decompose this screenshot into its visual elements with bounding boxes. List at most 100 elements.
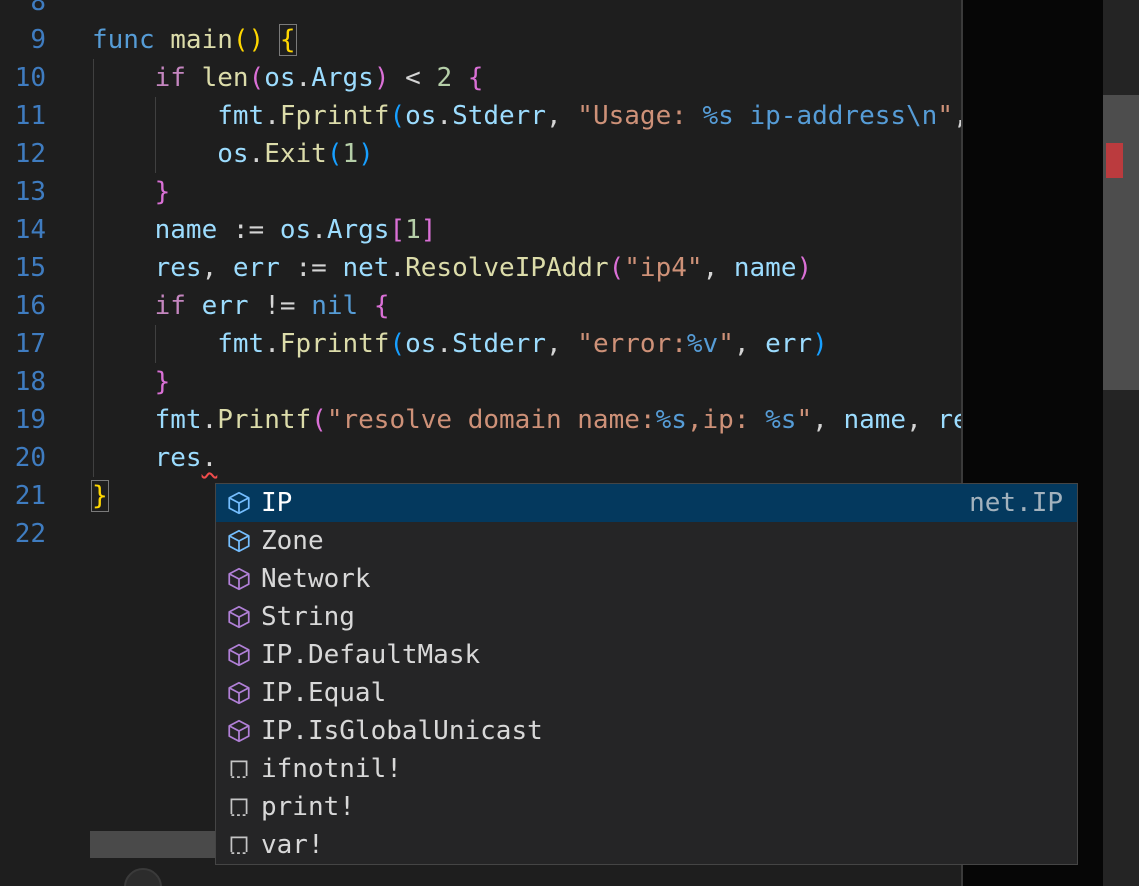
token: , bbox=[703, 253, 734, 283]
token: 1 bbox=[342, 139, 358, 169]
snippet-icon bbox=[226, 794, 252, 820]
token: ( bbox=[311, 405, 327, 435]
code-line[interactable]: 14 name := os.Args[1] bbox=[0, 211, 963, 249]
code-line[interactable]: 10 if len(os.Args) < 2 { bbox=[0, 59, 963, 97]
completion-label: IP.DefaultMask bbox=[261, 640, 480, 670]
token bbox=[92, 215, 155, 245]
token: "Usage: bbox=[577, 101, 702, 131]
field-icon bbox=[226, 528, 252, 554]
completion-item[interactable]: IP.Equal bbox=[216, 674, 1077, 712]
token: %v bbox=[687, 329, 718, 359]
token: Printf bbox=[217, 405, 311, 435]
token: Args bbox=[311, 63, 374, 93]
token: 1 bbox=[405, 215, 421, 245]
token: ) bbox=[374, 63, 390, 93]
token: , bbox=[734, 329, 765, 359]
completion-item[interactable]: Zone bbox=[216, 522, 1077, 560]
completion-label: Zone bbox=[261, 526, 324, 556]
line-number: 12 bbox=[0, 135, 46, 173]
token bbox=[452, 63, 468, 93]
method-icon bbox=[226, 566, 252, 592]
code-text: fmt.Fprintf(os.Stderr, "Usage: %s ip-add… bbox=[46, 97, 963, 135]
snippet-icon bbox=[226, 832, 252, 858]
token: %s bbox=[656, 405, 687, 435]
token: . bbox=[436, 101, 452, 131]
code-line[interactable]: 13 } bbox=[0, 173, 963, 211]
code-line[interactable]: 9func main() { bbox=[0, 21, 963, 59]
token bbox=[92, 63, 155, 93]
code-line[interactable]: 12 os.Exit(1) bbox=[0, 135, 963, 173]
code-line[interactable]: 15 res, err := net.ResolveIPAddr("ip4", … bbox=[0, 249, 963, 287]
completion-label: String bbox=[261, 602, 355, 632]
completion-item[interactable]: IP.DefaultMask bbox=[216, 636, 1077, 674]
token: os bbox=[280, 215, 311, 245]
token: %s ip-address\n bbox=[703, 101, 938, 131]
token: name bbox=[734, 253, 797, 283]
completion-popup: IPnet.IP Zone Network String IP.DefaultMask I… bbox=[215, 483, 1078, 865]
line-number: 15 bbox=[0, 249, 46, 287]
token bbox=[92, 101, 217, 131]
token: ( bbox=[389, 101, 405, 131]
code-text bbox=[46, 515, 92, 553]
token: "resolve domain name: bbox=[327, 405, 656, 435]
code-text: fmt.Fprintf(os.Stderr, "error:%v", err) bbox=[46, 325, 828, 363]
token: Exit bbox=[264, 139, 327, 169]
completion-item[interactable]: Network bbox=[216, 560, 1077, 598]
completion-item[interactable]: IPnet.IP bbox=[216, 484, 1077, 522]
code-text: os.Exit(1) bbox=[46, 135, 374, 173]
token: . bbox=[249, 139, 265, 169]
token: Fprintf bbox=[280, 329, 390, 359]
token: os bbox=[217, 139, 248, 169]
code-line[interactable]: 17 fmt.Fprintf(os.Stderr, "error:%v", er… bbox=[0, 325, 963, 363]
token bbox=[92, 405, 155, 435]
completion-item[interactable]: String bbox=[216, 598, 1077, 636]
token: := bbox=[217, 215, 280, 245]
token: } bbox=[155, 367, 171, 397]
code-line[interactable]: 20 res. bbox=[0, 439, 963, 477]
token: ( bbox=[609, 253, 625, 283]
line-number: 9 bbox=[0, 21, 46, 59]
code-lines: 89func main() {10 if len(os.Args) < 2 {1… bbox=[0, 0, 963, 553]
completion-label: IP bbox=[261, 488, 292, 518]
token: , bbox=[812, 405, 843, 435]
token: . bbox=[264, 101, 280, 131]
completion-item[interactable]: IP.IsGlobalUnicast bbox=[216, 712, 1077, 750]
token: err bbox=[765, 329, 812, 359]
token: . bbox=[311, 215, 327, 245]
completion-label: IP.IsGlobalUnicast bbox=[261, 716, 543, 746]
completion-item[interactable]: ifnotnil! bbox=[216, 750, 1077, 788]
vertical-scrollbar[interactable] bbox=[1103, 0, 1139, 886]
token bbox=[186, 291, 202, 321]
field-icon bbox=[226, 490, 252, 516]
code-line[interactable]: 19 fmt.Printf("resolve domain name:%s,ip… bbox=[0, 401, 963, 439]
line-number: 10 bbox=[0, 59, 46, 97]
token: %s bbox=[765, 405, 796, 435]
line-number: 18 bbox=[0, 363, 46, 401]
code-text: res, err := net.ResolveIPAddr("ip4", nam… bbox=[46, 249, 812, 287]
matched-bracket: } bbox=[92, 481, 108, 511]
token: . bbox=[436, 329, 452, 359]
token: ) bbox=[812, 329, 828, 359]
token: } bbox=[155, 177, 171, 207]
completion-label: ifnotnil! bbox=[261, 754, 402, 784]
code-line[interactable]: 11 fmt.Fprintf(os.Stderr, "Usage: %s ip-… bbox=[0, 97, 963, 135]
token: . bbox=[264, 329, 280, 359]
vertical-scrollbar-thumb[interactable] bbox=[1103, 95, 1139, 390]
token bbox=[92, 443, 155, 473]
token: ResolveIPAddr bbox=[405, 253, 609, 283]
code-line[interactable]: 18 } bbox=[0, 363, 963, 401]
token: if bbox=[155, 291, 186, 321]
completion-item[interactable]: var! bbox=[216, 826, 1077, 864]
code-editor-screen: 89func main() {10 if len(os.Args) < 2 {1… bbox=[0, 0, 1139, 886]
completion-item[interactable]: print! bbox=[216, 788, 1077, 826]
code-line[interactable]: 16 if err != nil { bbox=[0, 287, 963, 325]
token: os bbox=[264, 63, 295, 93]
line-number: 14 bbox=[0, 211, 46, 249]
code-line[interactable]: 8 bbox=[0, 0, 963, 21]
line-number: 20 bbox=[0, 439, 46, 477]
token: [ bbox=[389, 215, 405, 245]
token: os bbox=[405, 329, 436, 359]
token: , bbox=[202, 253, 233, 283]
token: Stderr bbox=[452, 329, 546, 359]
code-text: if len(os.Args) < 2 { bbox=[46, 59, 483, 97]
